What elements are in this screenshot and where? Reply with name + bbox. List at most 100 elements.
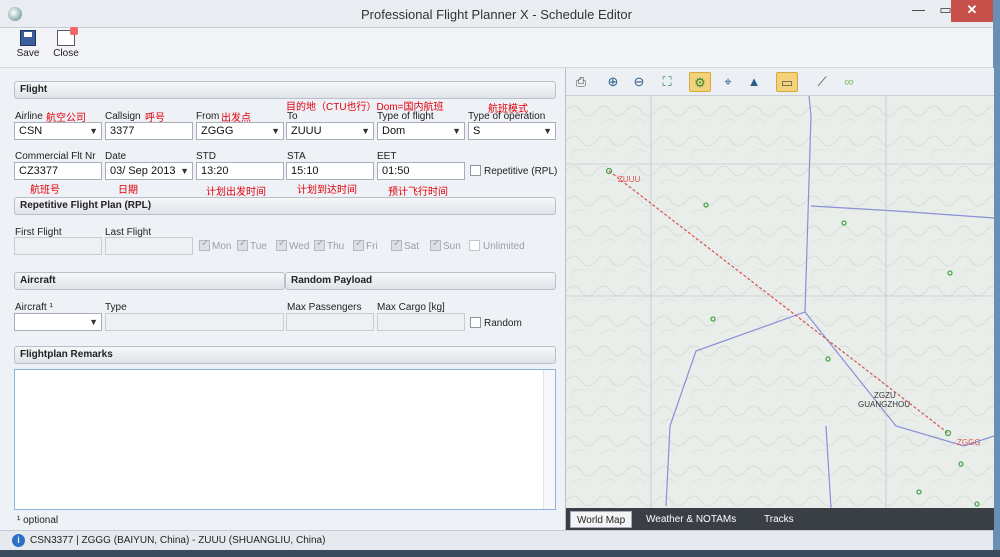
chevron-down-icon: ▼ — [452, 126, 461, 136]
info-icon: i — [12, 534, 25, 547]
chevron-down-icon: ▼ — [361, 126, 370, 136]
sta-note: 计划到达时间 — [297, 185, 357, 196]
random-checkbox[interactable] — [470, 317, 481, 328]
remarks-section-header: Flightplan Remarks — [14, 346, 556, 364]
close-button[interactable]: Close — [48, 27, 84, 59]
type-of-operation-label: Type of operation — [468, 111, 546, 122]
last-flight-input[interactable] — [105, 237, 193, 255]
unlimited-checkbox[interactable] — [469, 240, 480, 251]
type-of-operation-value: S — [473, 125, 481, 137]
aircraft-section-header: Aircraft — [14, 272, 285, 290]
map-toolbar: ⎙ ⊕ ⊖ ⛶ ⚙ ⌖ ▲ ▭ ⟋ ∞ — [566, 68, 994, 96]
aircraft-label: Aircraft ¹ — [15, 302, 53, 313]
zoom-out-icon[interactable]: ⊖ — [628, 72, 650, 92]
callsign-label: Callsign — [105, 111, 141, 122]
tab-tracks[interactable]: Tracks — [758, 511, 800, 528]
from-value: ZGGG — [201, 125, 234, 137]
chevron-down-icon: ▼ — [89, 126, 98, 136]
airline-select[interactable]: CSN ▼ — [14, 122, 102, 140]
status-bar: i CSN3377 | ZGGG (BAIYUN, China) - ZUUU … — [0, 530, 993, 550]
toolbar: Save Close — [0, 27, 993, 68]
wed-label: Wed — [289, 241, 310, 252]
mon-checkbox[interactable] — [199, 238, 210, 251]
random-payload-section-header: Random Payload — [285, 272, 556, 290]
link-icon[interactable]: ∞ — [838, 72, 860, 92]
type-input[interactable] — [105, 313, 284, 331]
eet-note: 预计飞行时间 — [388, 187, 448, 198]
label-zgzu: ZGZU — [874, 391, 896, 400]
status-text: CSN3377 | ZGGG (BAIYUN, China) - ZUUU (S… — [30, 535, 326, 546]
map-tabs: World Map Weather & NOTAMs Tracks — [566, 508, 994, 530]
close-window-button[interactable]: ✕ — [951, 0, 993, 22]
type-of-flight-select[interactable]: Dom ▼ — [377, 122, 465, 140]
minimize-button[interactable]: — — [905, 0, 932, 22]
repetitive-checkbox[interactable] — [470, 165, 481, 176]
label-guangzhou: GUANGZHOU — [858, 400, 910, 409]
tue-checkbox[interactable] — [237, 238, 248, 251]
wed-checkbox[interactable] — [276, 238, 287, 251]
max-passengers-input[interactable] — [286, 313, 374, 331]
type-of-operation-select[interactable]: S ▼ — [468, 122, 556, 140]
airline-label: Airline — [15, 111, 43, 122]
tab-weather-notams[interactable]: Weather & NOTAMs — [640, 511, 742, 528]
tab-world-map[interactable]: World Map — [570, 511, 633, 528]
optional-note: ¹ optional — [17, 515, 59, 526]
sun-checkbox[interactable] — [430, 238, 441, 251]
aircraft-marker-icon[interactable]: ▲ — [743, 72, 765, 92]
remarks-textarea[interactable] — [14, 369, 556, 510]
eet-input[interactable]: 01:50 — [377, 162, 465, 180]
thu-label: Thu — [327, 241, 345, 252]
type-of-flight-label: Type of flight — [377, 111, 434, 122]
sat-checkbox[interactable] — [391, 238, 402, 251]
close-label: Close — [53, 48, 79, 59]
thu-checkbox[interactable] — [314, 238, 325, 251]
eet-label: EET — [377, 151, 397, 162]
commercial-flt-nr-label: Commercial Flt Nr — [15, 151, 96, 162]
chevron-down-icon: ▼ — [543, 126, 552, 136]
tue-label: Tue — [250, 241, 267, 252]
from-select[interactable]: ZGGG ▼ — [196, 122, 284, 140]
repetitive-label: Repetitive (RPL) — [484, 166, 558, 177]
callsign-input[interactable]: 3377 — [105, 122, 193, 140]
commercial-flt-nr-input[interactable]: CZ3377 — [14, 162, 102, 180]
remarks-scrollbar[interactable] — [543, 370, 555, 509]
date-note: 日期 — [118, 185, 138, 196]
first-flight-input[interactable] — [14, 237, 102, 255]
schedule-editor-window: Professional Flight Planner X - Schedule… — [0, 0, 994, 557]
flight-section-header: Flight — [14, 81, 556, 99]
crosshair-icon[interactable]: ⌖ — [717, 72, 739, 92]
fri-label: Fri — [366, 241, 378, 252]
runway-icon[interactable]: ⟋ — [811, 72, 833, 92]
date-picker[interactable]: 03/ Sep 2013 ▼ — [105, 162, 193, 180]
max-cargo-label: Max Cargo [kg] — [377, 302, 445, 313]
map-terrain — [566, 96, 994, 508]
std-input[interactable]: 13:20 — [196, 162, 284, 180]
aircraft-select[interactable]: ▼ — [14, 313, 102, 331]
fri-checkbox[interactable] — [353, 238, 364, 251]
flight-number-note: 航班号 — [30, 185, 60, 196]
type-label: Type — [105, 302, 127, 313]
fit-route-icon[interactable]: ⛶ — [656, 72, 678, 92]
settings-gear-icon[interactable]: ⚙ — [689, 72, 711, 92]
window-title: Professional Flight Planner X - Schedule… — [361, 7, 632, 22]
date-value: 03/ Sep 2013 — [110, 165, 176, 177]
sat-label: Sat — [404, 241, 420, 252]
map-panel: ⎙ ⊕ ⊖ ⛶ ⚙ ⌖ ▲ ▭ ⟋ ∞ ZUUU ZGZU GUANGZHOU … — [565, 68, 994, 530]
std-note: 计划出发时间 — [206, 187, 266, 198]
zoom-in-icon[interactable]: ⊕ — [602, 72, 624, 92]
save-button[interactable]: Save — [10, 30, 46, 59]
world-map-canvas[interactable]: ZUUU ZGZU GUANGZHOU ZGGG — [566, 96, 994, 508]
print-icon[interactable]: ⎙ — [570, 72, 592, 92]
random-label: Random — [484, 318, 522, 329]
sta-input[interactable]: 15:10 — [286, 162, 374, 180]
layers-icon[interactable]: ▭ — [776, 72, 798, 92]
date-label: Date — [105, 151, 127, 162]
unlimited-label: Unlimited — [483, 241, 525, 252]
save-icon — [20, 30, 36, 46]
max-cargo-input[interactable] — [377, 313, 465, 331]
type-of-flight-value: Dom — [382, 125, 406, 137]
label-zuuu: ZUUU — [618, 175, 640, 184]
to-value: ZUUU — [291, 125, 322, 137]
close-icon — [57, 27, 78, 46]
to-select[interactable]: ZUUU ▼ — [286, 122, 374, 140]
